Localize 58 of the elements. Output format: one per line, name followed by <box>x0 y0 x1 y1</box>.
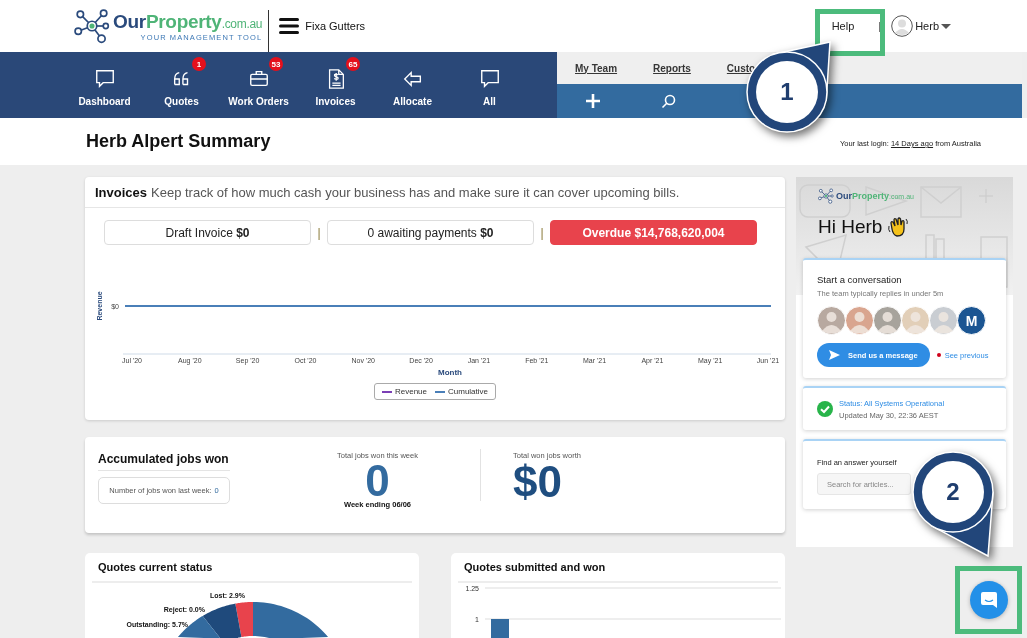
nav-item[interactable]: All <box>451 52 528 118</box>
avatar-icon <box>817 306 846 335</box>
card-title: Quotes submitted and won <box>458 553 778 583</box>
caret-icon <box>941 23 951 29</box>
help-link[interactable]: Help <box>831 20 855 32</box>
avatar-initial: M <box>957 306 986 335</box>
search-icon[interactable] <box>661 93 676 109</box>
card-title: Invoices <box>95 184 148 200</box>
user-avatar-icon <box>891 15 914 37</box>
stat-value: 0 <box>365 460 390 502</box>
page-title: Herb Alpert Summary <box>86 131 272 152</box>
speech-bubble-icon <box>93 68 116 90</box>
legend-label: Revenue <box>394 387 427 396</box>
user-menu[interactable]: Herb <box>891 15 951 37</box>
card-description: Keep track of how much cash your business has and make sure it can cover upcoming bills. <box>151 184 680 200</box>
separator: | <box>316 225 322 240</box>
chat-icon <box>980 591 998 609</box>
axis-title: Month <box>438 368 462 377</box>
plus-icon[interactable] <box>585 93 601 109</box>
count-badge: 65 <box>346 57 360 71</box>
nav-item[interactable]: Allocate <box>374 52 451 118</box>
invoice-filter-button[interactable]: 0 awaiting payments $0 <box>327 220 534 245</box>
logo-icon <box>818 188 834 204</box>
nav-item[interactable]: Invoices 65 <box>297 52 374 118</box>
card-title: Quotes current status <box>92 553 412 583</box>
separator: | <box>878 20 882 32</box>
send-icon <box>829 350 840 360</box>
waving-hand-icon <box>887 216 910 238</box>
arrow-left-icon <box>401 68 424 90</box>
separator: | <box>539 225 545 240</box>
bar-chart-drawing <box>491 619 509 638</box>
stat-value: $0 <box>513 460 562 504</box>
nav-item[interactable]: Quotes 1 <box>143 52 220 118</box>
avatar-icon <box>929 306 958 335</box>
check-icon <box>817 401 833 417</box>
card-title: Start a conversation <box>817 274 903 285</box>
menu-icon[interactable] <box>279 18 300 34</box>
count-badge: 1 <box>192 57 206 71</box>
legend-label: Cumulative <box>448 387 488 396</box>
nav-item[interactable]: Work Orders 53 <box>220 52 297 118</box>
nav-link[interactable]: My Team <box>575 62 618 74</box>
overdue-button[interactable]: Overdue $14,768,620,004 <box>550 220 757 245</box>
nav-item[interactable]: Dashboard <box>66 52 143 118</box>
count-badge: 53 <box>269 57 283 71</box>
highlight-frame <box>955 566 1022 634</box>
chat-launcher-button[interactable] <box>970 581 1008 619</box>
greeting-text: Hi Herb <box>818 216 883 238</box>
card-title: Accumulated jobs won <box>98 452 230 471</box>
unread-dot <box>936 353 941 357</box>
avatar-icon <box>845 306 874 335</box>
business-name: Fixa Gutters <box>305 20 366 32</box>
invoice-filter-button[interactable]: Draft Invoice $0 <box>104 220 311 245</box>
logo-icon <box>74 8 110 44</box>
logo-wordmark: OurProperty.com.au <box>113 10 263 33</box>
nav-link[interactable]: Reports <box>653 62 691 74</box>
speech-bubble-icon <box>478 68 501 90</box>
avatar-icon <box>901 306 930 335</box>
avatar-icon <box>873 306 902 335</box>
